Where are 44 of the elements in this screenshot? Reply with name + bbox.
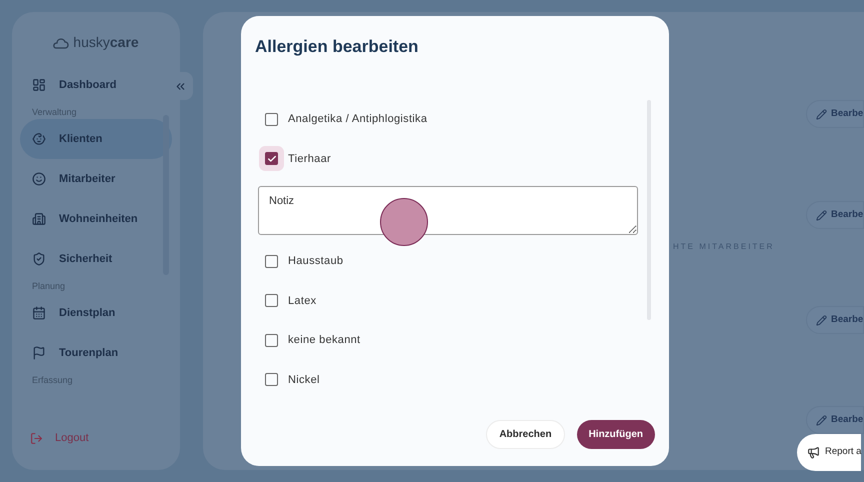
edit-button[interactable]: Bearbe — [806, 406, 864, 434]
checkbox-option[interactable]: keine bekannt — [258, 320, 638, 360]
check-icon — [266, 154, 276, 164]
flag-icon — [32, 346, 46, 360]
face-icon — [32, 172, 46, 186]
edit-button[interactable]: Bearbe — [806, 306, 864, 334]
checkbox-option[interactable]: Nickel — [258, 360, 638, 400]
checkbox-option[interactable]: Hausstaub — [258, 242, 638, 281]
face-icon — [32, 132, 46, 146]
note-field[interactable]: Notiz — [258, 186, 638, 234]
cancel-button[interactable]: Abbrechen — [486, 420, 565, 449]
edit-button[interactable]: Bearbe — [806, 100, 864, 128]
megaphone-icon — [807, 446, 820, 459]
edit-button[interactable]: Bearbe — [806, 201, 864, 229]
sidebar-item[interactable]: Wohneinheiten — [20, 199, 172, 239]
checkbox[interactable] — [265, 254, 278, 268]
pencil-icon — [816, 108, 827, 120]
pencil-icon — [816, 210, 827, 220]
sidebar-item[interactable]: Dashboard — [20, 65, 172, 105]
sidebar-item[interactable]: Mitarbeiter — [20, 159, 172, 199]
calendar-icon — [32, 306, 46, 320]
pencil-icon — [816, 414, 827, 426]
checkbox[interactable] — [265, 294, 278, 308]
sidebar-item[interactable]: Klienten — [20, 119, 172, 159]
checkbox-option[interactable]: Latex — [258, 281, 638, 320]
checkbox[interactable] — [265, 112, 278, 126]
pencil-icon — [816, 314, 827, 326]
checkbox[interactable] — [265, 152, 278, 166]
dialog-title: Allergien bearbeiten — [254, 36, 420, 58]
sidebar-item[interactable]: Sicherheit — [20, 239, 172, 279]
building-icon — [32, 212, 46, 226]
dashboard-icon — [32, 78, 46, 92]
logout-button[interactable]: Logout — [12, 418, 107, 458]
shield-icon — [32, 252, 46, 266]
logout-icon — [30, 432, 43, 444]
checkbox[interactable] — [265, 334, 278, 347]
checkbox-option[interactable]: Tierhaar — [258, 139, 638, 178]
sidebar-item[interactable]: Dienstplan — [20, 293, 172, 333]
checkbox-option[interactable]: Analgetika / Antiphlogistika — [258, 100, 638, 139]
logo-text: huskycare — [73, 33, 139, 52]
checkbox[interactable] — [265, 373, 278, 386]
add-button[interactable]: Hinzufügen — [576, 420, 655, 449]
cloud-logo-icon — [53, 36, 70, 50]
sidebar-item[interactable]: Tourenplan — [20, 333, 172, 373]
